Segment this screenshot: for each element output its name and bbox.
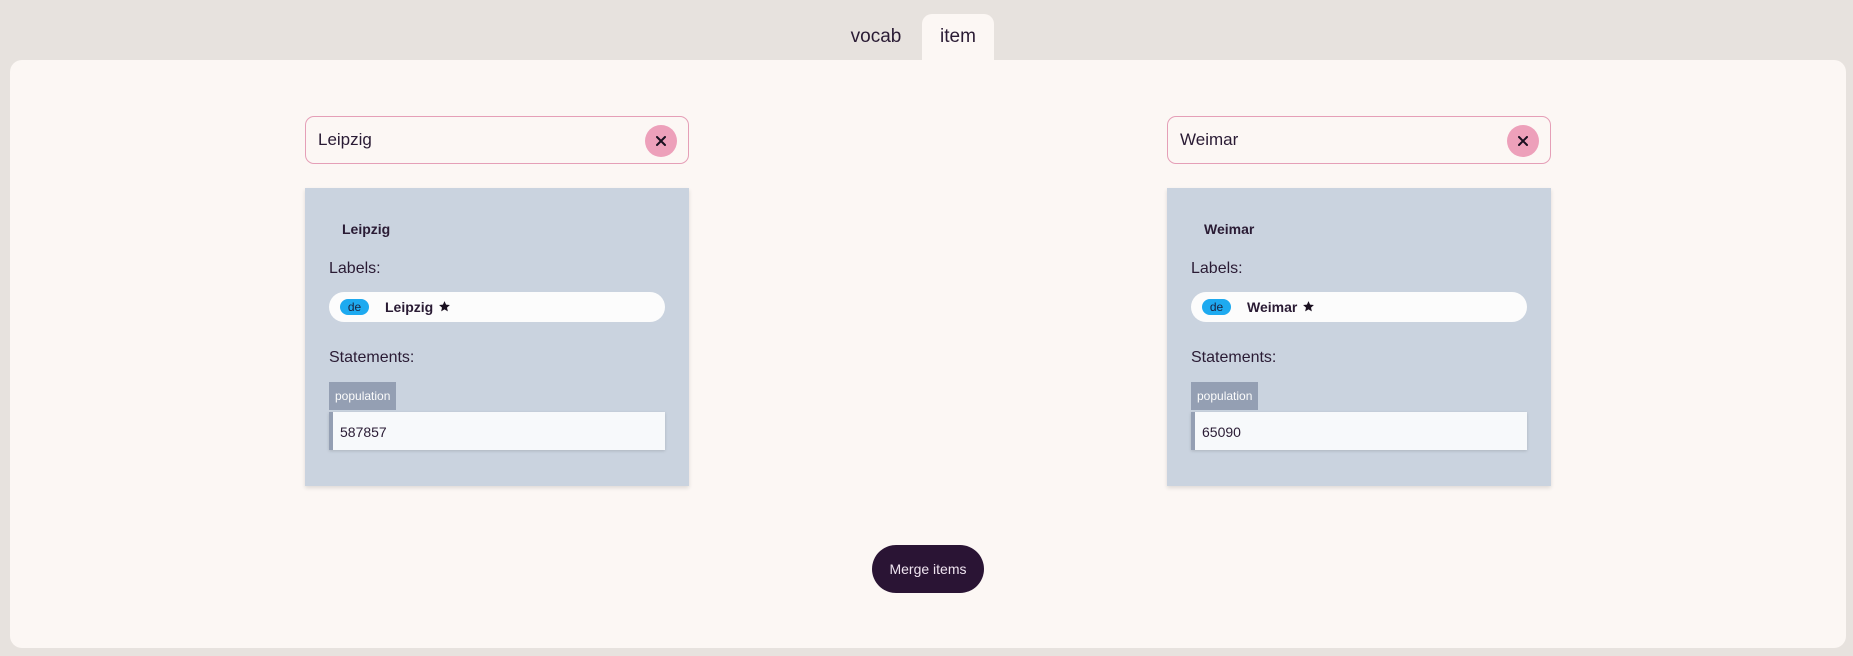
merge-items-button[interactable]: Merge items [872,545,984,593]
statements-heading: Statements: [1191,349,1277,366]
labels-heading: Labels: [1191,260,1243,277]
close-icon [1518,136,1528,146]
tab-bar: vocab item [0,14,1853,60]
language-badge: de [1202,299,1231,315]
label-entry: de Weimar [1191,292,1527,322]
left-item-search [305,116,689,164]
language-badge: de [340,299,369,315]
item-merge-panel: Leipzig Labels: de Leipzig Statements: p… [10,60,1846,648]
labels-heading: Labels: [329,260,381,277]
property-label: population [1191,382,1259,410]
right-clear-button[interactable] [1507,125,1539,157]
statement-value: 587857 [329,412,665,450]
close-icon [656,136,666,146]
label-text: Leipzig [385,299,451,315]
statement-value: 65090 [1191,412,1527,450]
left-item-search-input[interactable] [318,117,638,163]
left-item-card: Leipzig Labels: de Leipzig Statements: p… [305,188,689,486]
tab-vocab[interactable]: vocab [836,14,916,60]
left-clear-button[interactable] [645,125,677,157]
right-item-card: Weimar Labels: de Weimar Statements: pop… [1167,188,1551,486]
statements-heading: Statements: [329,349,415,366]
label-text: Weimar [1247,299,1315,315]
item-title: Leipzig [342,221,391,237]
right-item-search [1167,116,1551,164]
left-item-column: Leipzig Labels: de Leipzig Statements: p… [305,116,689,486]
item-title: Weimar [1204,221,1255,237]
property-label: population [329,382,397,410]
right-item-column: Weimar Labels: de Weimar Statements: pop… [1167,116,1551,486]
tab-item[interactable]: item [922,14,994,60]
right-item-search-input[interactable] [1180,117,1500,163]
star-icon [1303,301,1315,312]
star-icon [439,301,451,312]
label-entry: de Leipzig [329,292,665,322]
